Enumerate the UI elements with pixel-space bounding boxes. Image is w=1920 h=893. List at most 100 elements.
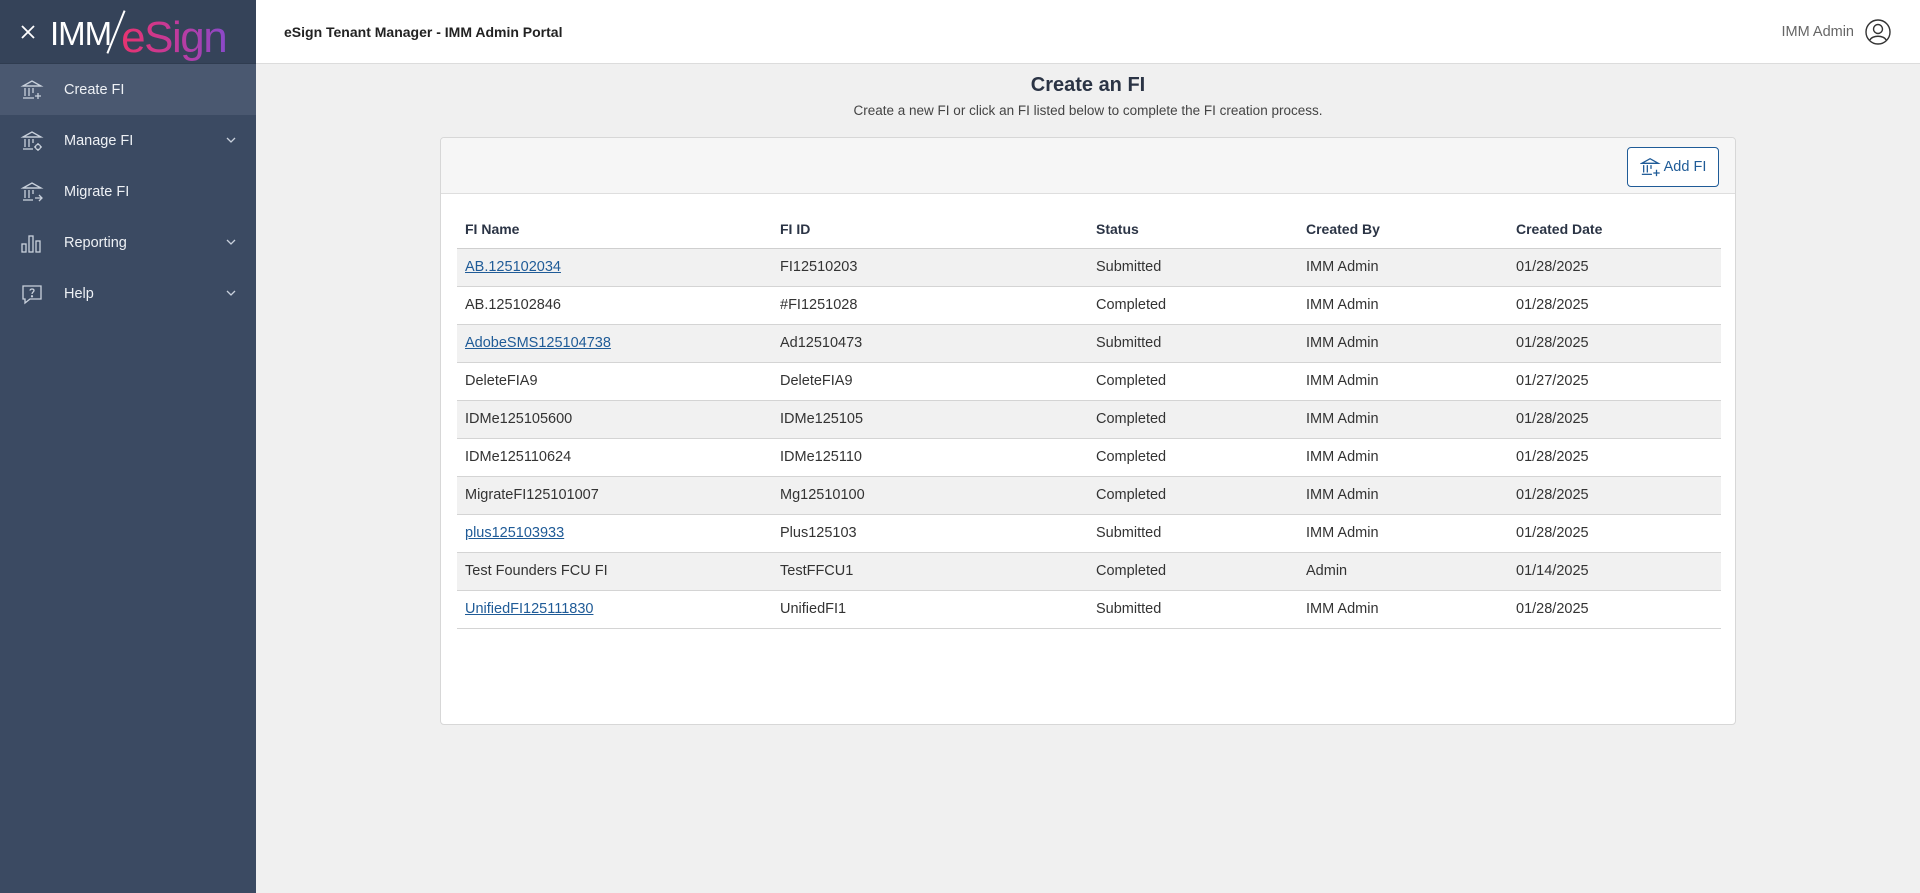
fi-id-cell: IDMe125110	[772, 438, 1088, 477]
table-row: AB.125102034 FI12510203 Submitted IMM Ad…	[457, 248, 1721, 287]
add-fi-label: Add FI	[1663, 159, 1707, 175]
created-date-cell: 01/27/2025	[1508, 362, 1721, 401]
fi-name-link[interactable]: plus125103933	[465, 525, 564, 541]
table-row: UnifiedFI125111830 UnifiedFI1 Submitted …	[457, 590, 1721, 629]
logo-imm-text: IMM	[50, 14, 112, 52]
created-by-cell: IMM Admin	[1298, 514, 1508, 553]
fi-name-cell: AB.125102034	[457, 248, 772, 287]
user-menu[interactable]: IMM Admin	[1781, 18, 1892, 46]
created-by-cell: IMM Admin	[1298, 286, 1508, 325]
bank-settings-icon	[20, 129, 44, 153]
page-subtitle: Create a new FI or click an FI listed be…	[853, 103, 1323, 118]
status-cell: Submitted	[1088, 590, 1298, 629]
created-by-cell: IMM Admin	[1298, 476, 1508, 515]
fi-name-cell: AdobeSMS125104738	[457, 324, 772, 363]
created-by-cell: IMM Admin	[1298, 590, 1508, 629]
sidebar-item-label: Manage FI	[64, 132, 134, 149]
fi-list-card: Add FI FI Name FI ID Status Created By C…	[440, 137, 1736, 725]
chevron-down-icon	[226, 239, 236, 245]
sidebar-item-label: Help	[64, 285, 94, 302]
fi-name-link[interactable]: UnifiedFI125111830	[465, 601, 593, 617]
table-row: MigrateFI125101007 Mg12510100 Completed …	[457, 476, 1721, 515]
card-toolbar: Add FI	[441, 138, 1735, 194]
table-row: Test Founders FCU FI TestFFCU1 Completed…	[457, 552, 1721, 591]
fi-id-cell: FI12510203	[772, 248, 1088, 287]
sidebar-item-label: Create FI	[64, 81, 125, 98]
created-date-cell: 01/28/2025	[1508, 438, 1721, 477]
bank-add-icon	[20, 78, 44, 102]
fi-name-cell: UnifiedFI125111830	[457, 590, 772, 629]
logo-esign-text: eSign	[121, 12, 228, 62]
sidebar-item-label: Reporting	[64, 234, 127, 251]
status-cell: Completed	[1088, 476, 1298, 515]
page-title: Create an FI	[1030, 74, 1146, 96]
bank-add-icon	[1639, 158, 1661, 177]
sidebar-item-migrate-fi[interactable]: Migrate FI	[0, 166, 256, 217]
created-date-cell: 01/28/2025	[1508, 286, 1721, 325]
sidebar-item-create-fi[interactable]: Create FI	[0, 64, 256, 115]
sidebar-item-label: Migrate FI	[64, 183, 130, 200]
created-by-cell: IMM Admin	[1298, 362, 1508, 401]
sidebar-header: IMM eSign	[0, 0, 256, 64]
fi-table: FI Name FI ID Status Created By Created …	[457, 210, 1721, 629]
column-header-fi-id[interactable]: FI ID	[772, 210, 1088, 249]
fi-name-link[interactable]: AdobeSMS125104738	[465, 335, 611, 351]
fi-id-cell: Ad12510473	[772, 324, 1088, 363]
created-date-cell: 01/28/2025	[1508, 476, 1721, 515]
created-by-cell: IMM Admin	[1298, 438, 1508, 477]
table-header-row: FI Name FI ID Status Created By Created …	[457, 210, 1721, 249]
close-icon	[21, 24, 35, 39]
close-menu-button[interactable]	[18, 22, 38, 42]
bank-migrate-icon	[20, 180, 44, 204]
status-cell: Submitted	[1088, 514, 1298, 553]
sidebar-item-help[interactable]: Help	[0, 268, 256, 319]
created-date-cell: 01/28/2025	[1508, 400, 1721, 439]
fi-id-cell: UnifiedFI1	[772, 590, 1088, 629]
fi-id-cell: #FI1251028	[772, 286, 1088, 325]
portal-title: eSign Tenant Manager - IMM Admin Portal	[284, 23, 563, 40]
column-header-fi-name[interactable]: FI Name	[457, 210, 772, 249]
sidebar: IMM eSign Create FI Manage FI Migrate FI…	[0, 0, 256, 893]
fi-id-cell: DeleteFIA9	[772, 362, 1088, 401]
status-cell: Completed	[1088, 438, 1298, 477]
main-content: Create an FI Create a new FI or click an…	[256, 64, 1920, 893]
table-row: IDMe125110624 IDMe125110 Completed IMM A…	[457, 438, 1721, 477]
fi-name-cell: AB.125102846	[457, 286, 772, 325]
fi-name-cell: IDMe125110624	[457, 438, 772, 477]
created-by-cell: IMM Admin	[1298, 400, 1508, 439]
fi-id-cell: TestFFCU1	[772, 552, 1088, 591]
created-date-cell: 01/14/2025	[1508, 552, 1721, 591]
column-header-status[interactable]: Status	[1088, 210, 1298, 249]
fi-id-cell: Plus125103	[772, 514, 1088, 553]
table-row: DeleteFIA9 DeleteFIA9 Completed IMM Admi…	[457, 362, 1721, 401]
help-icon	[20, 282, 44, 306]
sidebar-item-reporting[interactable]: Reporting	[0, 217, 256, 268]
created-date-cell: 01/28/2025	[1508, 514, 1721, 553]
fi-id-cell: IDMe125105	[772, 400, 1088, 439]
created-by-cell: IMM Admin	[1298, 248, 1508, 287]
user-avatar-icon	[1865, 19, 1891, 45]
table-row: plus125103933 Plus125103 Submitted IMM A…	[457, 514, 1721, 553]
fi-name-link[interactable]: AB.125102034	[465, 259, 561, 275]
column-header-created-date[interactable]: Created Date	[1508, 210, 1721, 249]
status-cell: Completed	[1088, 552, 1298, 591]
status-cell: Completed	[1088, 362, 1298, 401]
top-bar: eSign Tenant Manager - IMM Admin Portal …	[256, 0, 1920, 64]
chevron-down-icon	[226, 290, 236, 296]
created-by-cell: IMM Admin	[1298, 324, 1508, 363]
fi-name-cell: IDMe125105600	[457, 400, 772, 439]
column-header-created-by[interactable]: Created By	[1298, 210, 1508, 249]
add-fi-button[interactable]: Add FI	[1627, 147, 1719, 187]
created-date-cell: 01/28/2025	[1508, 590, 1721, 629]
chevron-down-icon	[226, 137, 236, 143]
fi-name-cell: Test Founders FCU FI	[457, 552, 772, 591]
status-cell: Submitted	[1088, 248, 1298, 287]
created-date-cell: 01/28/2025	[1508, 248, 1721, 287]
sidebar-item-manage-fi[interactable]: Manage FI	[0, 115, 256, 166]
user-name: IMM Admin	[1781, 24, 1854, 40]
created-date-cell: 01/28/2025	[1508, 324, 1721, 363]
status-cell: Completed	[1088, 286, 1298, 325]
fi-id-cell: Mg12510100	[772, 476, 1088, 515]
fi-name-cell: MigrateFI125101007	[457, 476, 772, 515]
table-row: AB.125102846 #FI1251028 Completed IMM Ad…	[457, 286, 1721, 325]
